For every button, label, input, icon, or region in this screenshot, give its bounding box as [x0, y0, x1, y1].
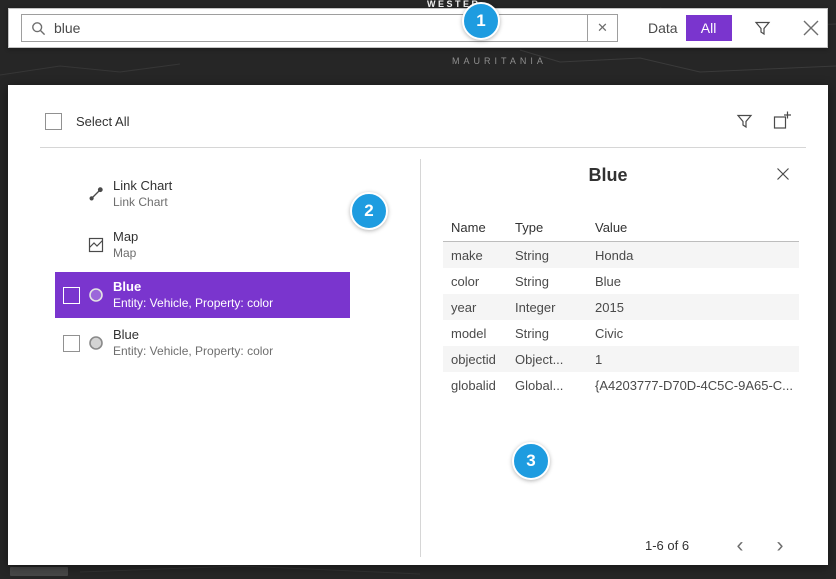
- table-row: year Integer 2015: [443, 294, 799, 320]
- callout-badge-3: 3: [512, 442, 550, 480]
- table-row: model String Civic: [443, 320, 799, 346]
- cell-value: Honda: [595, 248, 799, 263]
- cell-type: Object...: [515, 352, 595, 367]
- cell-name: make: [443, 248, 515, 263]
- cell-value: Civic: [595, 326, 799, 341]
- cell-name: objectid: [443, 352, 515, 367]
- header-divider: [40, 147, 806, 148]
- item-subtitle: Map: [113, 246, 138, 261]
- cell-value: {A4203777-D70D-4C5C-9A65-C...: [595, 378, 799, 393]
- properties-table: Name Type Value make String Honda color …: [443, 213, 799, 398]
- clear-search-button[interactable]: ✕: [587, 15, 617, 41]
- table-row: objectid Object... 1: [443, 346, 799, 372]
- pagination-next-icon[interactable]: ›: [770, 535, 790, 557]
- search-toolbar: ✕ Data All: [8, 8, 828, 48]
- callout-badge-2: 2: [350, 192, 388, 230]
- item-text: Link Chart Link Chart: [113, 178, 172, 210]
- add-to-map-icon[interactable]: [772, 111, 792, 131]
- cell-type: String: [515, 326, 595, 341]
- callout-badge-1: 1: [462, 2, 500, 40]
- column-header-name: Name: [443, 220, 515, 235]
- table-row: make String Honda: [443, 242, 799, 268]
- item-subtitle: Link Chart: [113, 195, 172, 210]
- detail-close-icon[interactable]: [774, 165, 792, 183]
- cell-type: String: [515, 248, 595, 263]
- item-text: Blue Entity: Vehicle, Property: color: [113, 327, 273, 359]
- item-title: Map: [113, 229, 138, 245]
- cell-value: 1: [595, 352, 799, 367]
- panel-header: Select All: [45, 109, 792, 133]
- search-box: ✕: [21, 14, 618, 42]
- cell-value: Blue: [595, 274, 799, 289]
- item-text: Blue Entity: Vehicle, Property: color: [113, 279, 273, 311]
- cell-type: String: [515, 274, 595, 289]
- pagination-prev-icon[interactable]: ‹: [730, 535, 750, 557]
- search-results-panel: Select All Link Chart Link Chart: [8, 85, 828, 565]
- column-header-value: Value: [595, 220, 799, 235]
- table-header: Name Type Value: [443, 213, 799, 242]
- item-checkbox[interactable]: [63, 335, 80, 352]
- table-row: globalid Global... {A4203777-D70D-4C5C-9…: [443, 372, 799, 398]
- table-body: make String Honda color String Blue year…: [443, 242, 799, 398]
- item-text: Map Map: [113, 229, 138, 261]
- cell-name: globalid: [443, 378, 515, 393]
- column-header-type: Type: [515, 220, 595, 235]
- link-chart-icon: [88, 186, 104, 202]
- entity-circle-icon: [88, 335, 104, 351]
- cell-name: year: [443, 300, 515, 315]
- cell-type: Integer: [515, 300, 595, 315]
- item-title: Link Chart: [113, 178, 172, 194]
- map-attribution: [10, 567, 68, 576]
- item-subtitle: Entity: Vehicle, Property: color: [113, 344, 273, 359]
- search-input[interactable]: [54, 15, 587, 41]
- cell-value: 2015: [595, 300, 799, 315]
- select-all-checkbox[interactable]: [45, 113, 62, 130]
- map-label-mauritania: MAURITANIA: [452, 56, 547, 66]
- item-title: Blue: [113, 327, 273, 343]
- search-icon: [22, 15, 54, 41]
- item-subtitle: Entity: Vehicle, Property: color: [113, 296, 273, 311]
- map-icon: [88, 237, 104, 253]
- data-label: Data: [648, 20, 678, 36]
- pagination-label: 1-6 of 6: [645, 538, 689, 553]
- entity-circle-icon: [88, 287, 104, 303]
- detail-title: Blue: [420, 165, 796, 186]
- filter-icon[interactable]: [754, 19, 772, 37]
- result-item-link-chart[interactable]: Link Chart Link Chart: [55, 174, 350, 214]
- vertical-divider: [420, 159, 421, 557]
- result-item-blue[interactable]: Blue Entity: Vehicle, Property: color: [55, 320, 350, 366]
- result-item-map[interactable]: Map Map: [55, 225, 350, 265]
- cell-name: color: [443, 274, 515, 289]
- result-item-blue-selected[interactable]: Blue Entity: Vehicle, Property: color: [55, 272, 350, 318]
- cell-type: Global...: [515, 378, 595, 393]
- close-search-icon[interactable]: [800, 17, 822, 39]
- item-title: Blue: [113, 279, 273, 295]
- all-filter-button[interactable]: All: [686, 15, 732, 41]
- cell-name: model: [443, 326, 515, 341]
- select-all-label: Select All: [76, 114, 129, 129]
- results-filter-icon[interactable]: [734, 111, 754, 131]
- table-row: color String Blue: [443, 268, 799, 294]
- item-checkbox[interactable]: [63, 287, 80, 304]
